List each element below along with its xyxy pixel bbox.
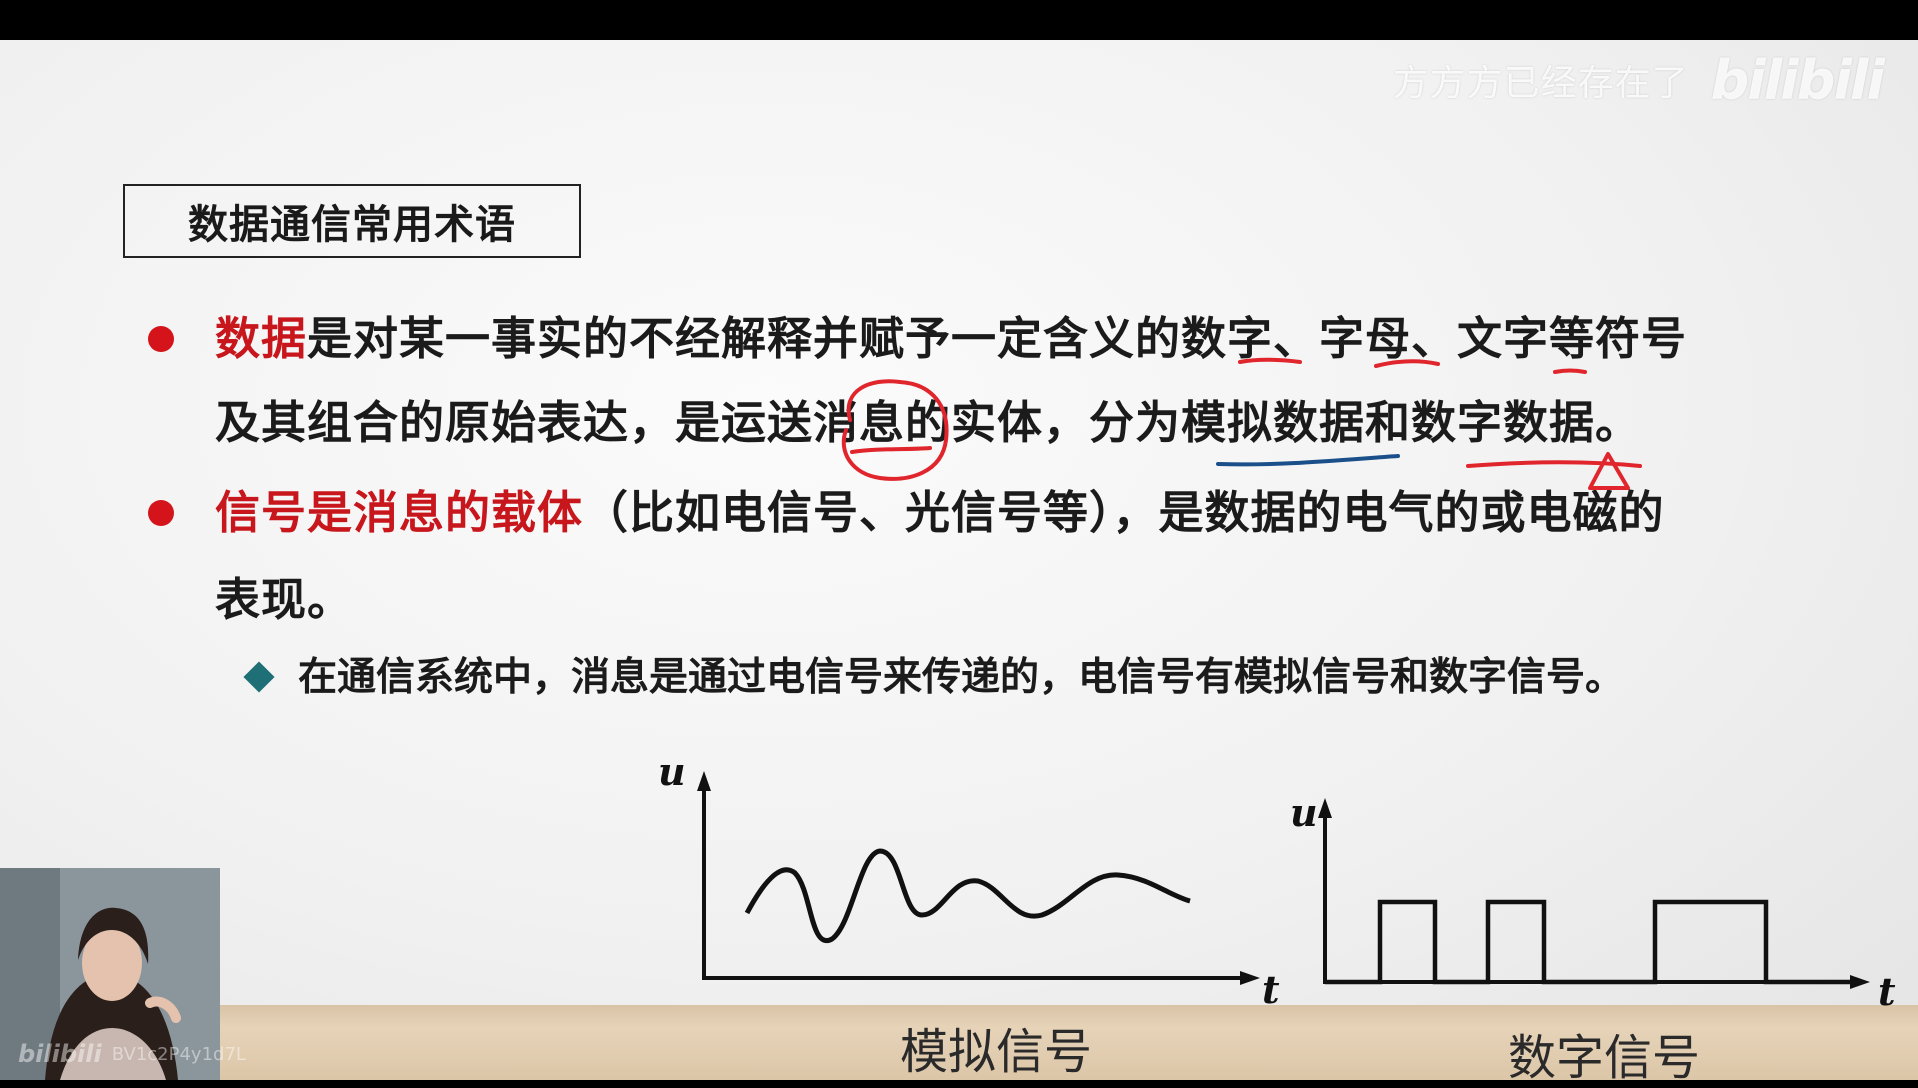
webcam-overlay-id: bilibili BV1c2P4y1d7L <box>18 1040 246 1068</box>
bullet2-emphasis: 信号是消息的载体 <box>215 486 584 539</box>
bilibili-logo-icon: bilibili <box>1710 48 1885 112</box>
slide-title: 数据通信常用术语 <box>123 184 581 258</box>
bilibili-small-logo-icon: bilibili <box>18 1040 102 1068</box>
bullet1-text: 是对某一事实的不经解释并赋予一定含义的数字、字母、文字等符号 <box>307 312 1688 365</box>
bullet-dot-icon <box>148 326 174 352</box>
bullet-dot-icon <box>148 500 174 526</box>
bullet2-line2: 表现。 <box>215 573 354 626</box>
bullet2-line1: 信号是消息的载体（比如电信号、光信号等），是数据的电气的或电磁的 <box>215 483 1665 543</box>
video-id: BV1c2P4y1d7L <box>111 1043 246 1065</box>
analog-y-label: u <box>658 755 686 794</box>
digital-x-label: t <box>1878 969 1896 1014</box>
digital-waveform <box>1325 899 1860 985</box>
digital-signal-graph: u t <box>1290 790 1896 1014</box>
digital-y-arrow-icon <box>1318 798 1332 818</box>
digital-caption: 数字信号 <box>1508 1030 1701 1086</box>
watermark-username: 方方方已经存在了 <box>1392 63 1689 104</box>
bullet1-line2: 及其组合的原始表达，是运送消息的实体，分为模拟数据和数字数据。 <box>215 396 1642 449</box>
watermark: 方方方已经存在了 bilibili <box>1392 49 1885 112</box>
analog-signal-graph: u t <box>658 755 1280 1012</box>
bullet1-line1: 数据是对某一事实的不经解释并赋予一定含义的数字、字母、文字等符号 <box>215 309 1687 369</box>
analog-x-arrow-icon <box>1240 971 1260 985</box>
analog-waveform <box>744 848 1191 943</box>
analog-caption: 模拟信号 <box>900 1024 1093 1080</box>
sub-bullet-text: 在通信系统中，消息是通过电信号来传递的，电信号有模拟信号和数字信号。 <box>298 655 1625 700</box>
analog-y-arrow-icon <box>697 771 711 791</box>
digital-y-label: u <box>1290 790 1318 835</box>
bullet2-text: （比如电信号、光信号等），是数据的电气的或电磁的 <box>583 486 1665 539</box>
bullet1-emphasis: 数据 <box>215 312 308 365</box>
